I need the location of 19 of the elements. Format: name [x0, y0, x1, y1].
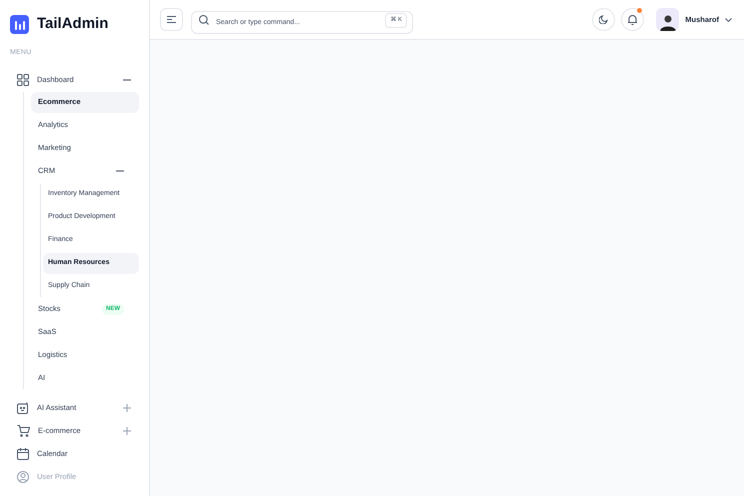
plus-icon[interactable] — [123, 404, 131, 412]
person-silhouette-icon — [658, 13, 677, 31]
search-icon — [199, 14, 209, 24]
bell-icon — [628, 14, 638, 24]
menu-icon — [167, 16, 176, 23]
user-icon — [17, 471, 29, 483]
chevron-down-icon[interactable] — [725, 18, 732, 22]
cart-icon — [17, 425, 30, 437]
notification-button[interactable] — [621, 8, 644, 31]
robot-icon — [17, 402, 29, 414]
dark-mode-button[interactable] — [592, 8, 616, 31]
plus-icon[interactable] — [123, 427, 131, 435]
brand-name: TailAdmin — [37, 14, 108, 34]
grid-icon — [17, 74, 29, 86]
calendar-icon — [17, 448, 29, 460]
logo-icon — [10, 14, 29, 34]
moon-icon — [599, 15, 608, 24]
menu-button[interactable] — [160, 8, 183, 31]
avatar[interactable] — [656, 8, 680, 31]
